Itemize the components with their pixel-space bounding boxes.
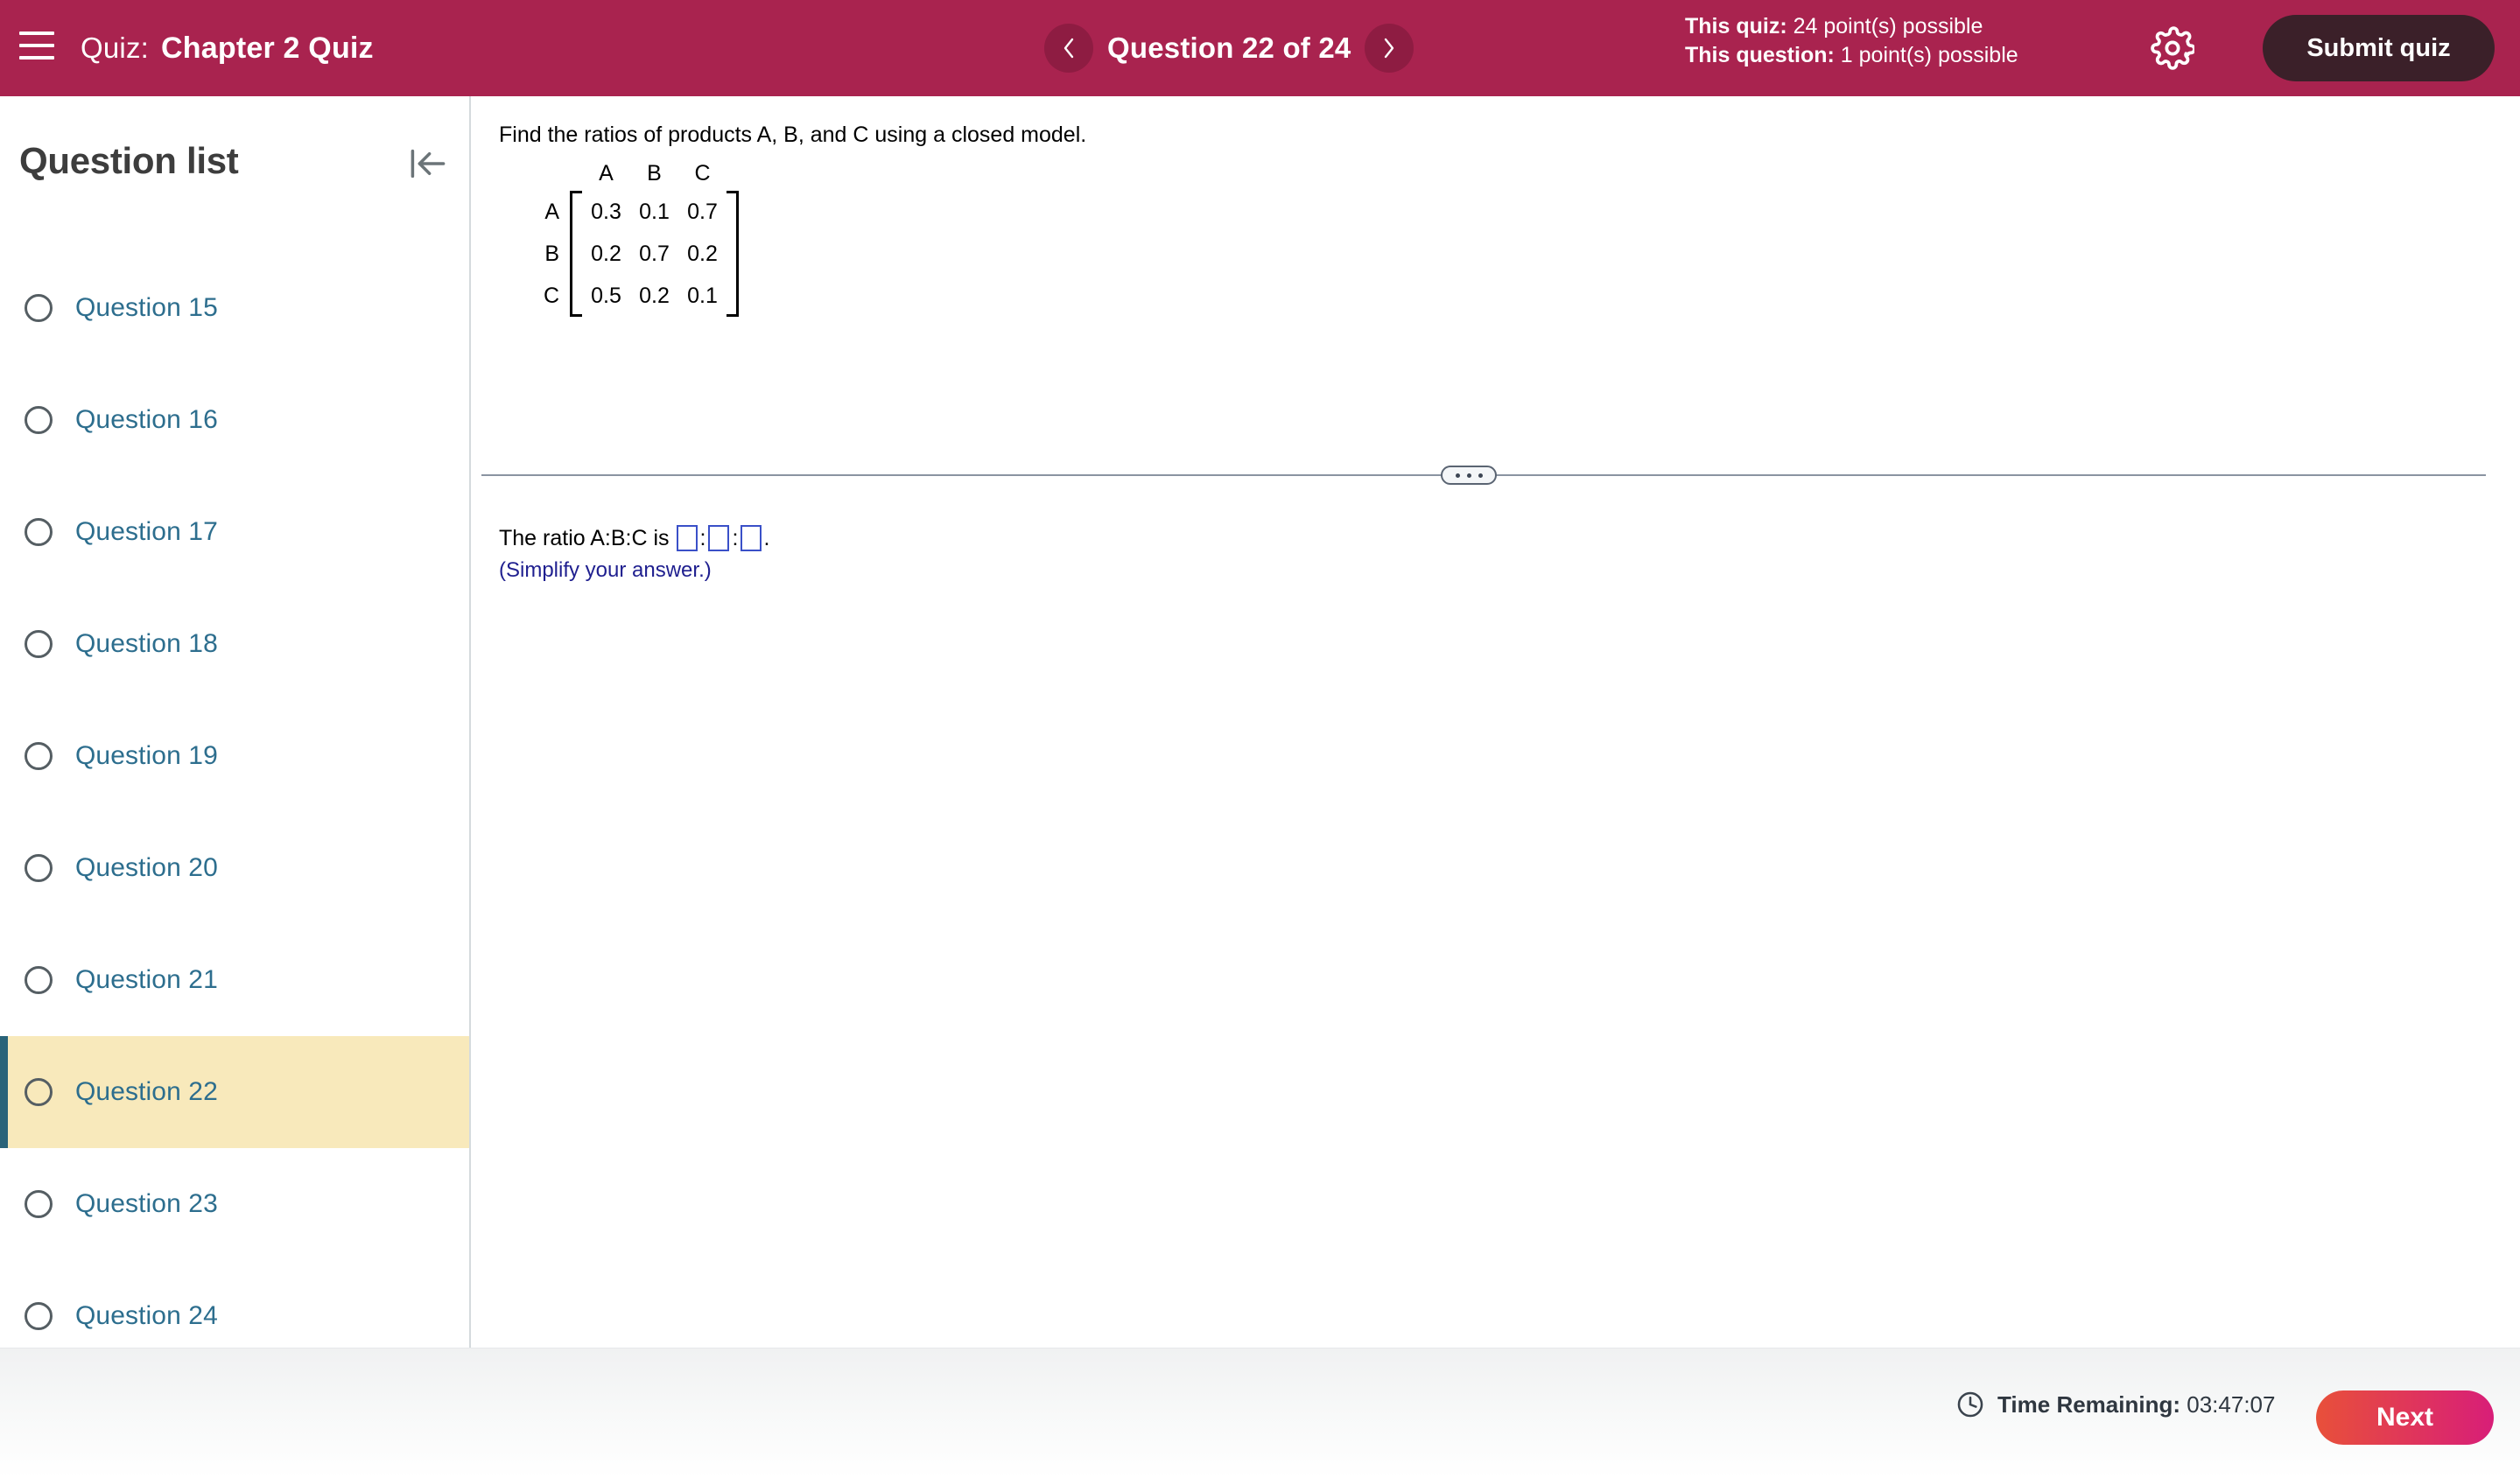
sidebar-item-question-18[interactable]: Question 18 [0, 588, 469, 700]
matrix-row-label: A [544, 200, 559, 224]
timer-text: Time Remaining: 03:47:07 [1997, 1391, 2275, 1418]
matrix-cell: 0.3 [591, 199, 621, 224]
question-navigation: Question 22 of 24 [1044, 0, 1414, 96]
chevron-right-icon [1385, 38, 1394, 59]
sidebar-item-label: Question 18 [75, 629, 218, 658]
answer-area: The ratio A:B:C is : : . (Simplify your … [499, 525, 769, 583]
sidebar-header: Question list [0, 96, 469, 193]
sidebar-item-question-22[interactable]: Question 22 [0, 1036, 469, 1148]
answer-input-c[interactable] [741, 525, 762, 551]
previous-question-button[interactable] [1044, 24, 1093, 73]
status-circle-icon [25, 854, 53, 882]
sidebar-item-label: Question 23 [75, 1189, 218, 1218]
sidebar-item-question-24[interactable]: Question 24 [0, 1260, 469, 1348]
quiz-label: Quiz: [81, 32, 150, 64]
status-circle-icon [25, 518, 53, 546]
answer-input-a[interactable] [676, 525, 698, 551]
sidebar-item-question-15[interactable]: Question 15 [0, 252, 469, 364]
matrix-left-bracket [570, 191, 582, 317]
sidebar-item-question-20[interactable]: Question 20 [0, 812, 469, 924]
sidebar-item-question-16[interactable]: Question 16 [0, 364, 469, 476]
answer-separator: : [699, 525, 706, 550]
sidebar-item-label: Question 16 [75, 405, 218, 434]
gear-icon[interactable] [2151, 26, 2196, 70]
sidebar-item-label: Question 17 [75, 517, 218, 546]
sidebar-item-label: Question 24 [75, 1301, 218, 1330]
status-circle-icon [25, 1078, 53, 1106]
collapse-left-icon[interactable] [407, 144, 449, 183]
matrix-column-headers: A B C [570, 156, 739, 191]
status-circle-icon [25, 1190, 53, 1218]
sidebar-item-question-23[interactable]: Question 23 [0, 1148, 469, 1260]
matrix-cell: 0.1 [687, 283, 718, 308]
matrix-row-labels: A B C [521, 156, 570, 317]
matrix-col-header: C [694, 160, 711, 186]
matrix-row: 0.3 0.1 0.7 [582, 191, 727, 233]
question-counter: Question 22 of 24 [1107, 32, 1351, 64]
sidebar-item-label: Question 15 [75, 293, 218, 322]
timer-label: Time Remaining: [1997, 1390, 2181, 1418]
points-summary: This quiz: 24 point(s) possible This que… [1685, 12, 2018, 70]
content-splitter [473, 462, 2495, 488]
sidebar-item-question-19[interactable]: Question 19 [0, 700, 469, 812]
matrix-row-label: C [543, 284, 559, 308]
next-question-button[interactable] [1365, 24, 1414, 73]
transition-matrix: A B C A B C 0.3 0.1 0.7 0.2 0.7 0.2 0.5 … [521, 156, 739, 317]
question-list-sidebar: Question list Question 15 Question 16 Qu… [0, 96, 471, 1348]
matrix-cell: 0.2 [591, 241, 621, 266]
quiz-points-value: 24 point(s) possible [1793, 14, 1983, 39]
question-prompt: Find the ratios of products A, B, and C … [499, 123, 1087, 147]
status-circle-icon [25, 294, 53, 322]
question-points-label: This question: [1685, 43, 1835, 67]
matrix-body: 0.3 0.1 0.7 0.2 0.7 0.2 0.5 0.2 0.1 [582, 191, 727, 317]
matrix-cell: 0.2 [639, 283, 670, 308]
question-list: Question 15 Question 16 Question 17 Ques… [0, 252, 469, 1348]
question-points-row: This question: 1 point(s) possible [1685, 41, 2018, 70]
sidebar-title: Question list [19, 140, 239, 181]
status-circle-icon [25, 406, 53, 434]
clock-icon [1957, 1391, 1983, 1418]
matrix-col-header: B [647, 160, 662, 186]
sidebar-item-label: Question 20 [75, 853, 218, 882]
matrix-row: 0.2 0.7 0.2 [582, 233, 727, 275]
answer-text: The ratio A:B:C is [499, 525, 670, 550]
question-pane: Find the ratios of products A, B, and C … [473, 96, 2520, 1348]
quiz-name: Chapter 2 Quiz [161, 31, 374, 65]
status-circle-icon [25, 966, 53, 994]
quiz-title-group: Quiz: Chapter 2 Quiz [81, 0, 374, 96]
sidebar-item-label: Question 19 [75, 741, 218, 770]
answer-separator: : [732, 525, 739, 550]
matrix-cell: 0.2 [687, 241, 718, 266]
matrix-cell: 0.5 [591, 283, 621, 308]
sidebar-item-question-21[interactable]: Question 21 [0, 924, 469, 1036]
time-remaining: Time Remaining: 03:47:07 [1955, 1390, 2275, 1419]
next-button[interactable]: Next [2316, 1390, 2494, 1445]
status-circle-icon [25, 1302, 53, 1330]
quiz-points-row: This quiz: 24 point(s) possible [1685, 12, 2018, 41]
matrix-cell: 0.1 [639, 199, 670, 224]
sidebar-item-question-17[interactable]: Question 17 [0, 476, 469, 588]
matrix-col-header: A [599, 160, 614, 186]
hamburger-icon[interactable] [19, 32, 54, 60]
question-points-value: 1 point(s) possible [1840, 43, 2018, 67]
timer-value: 03:47:07 [2187, 1390, 2276, 1418]
matrix-row: 0.5 0.2 0.1 [582, 275, 727, 317]
answer-hint: (Simplify your answer.) [499, 558, 712, 582]
ellipsis-handle-icon[interactable] [1441, 466, 1497, 485]
quiz-points-label: This quiz: [1685, 14, 1787, 39]
matrix-cell: 0.7 [639, 241, 670, 266]
sidebar-item-label: Question 22 [75, 1077, 218, 1106]
chevron-left-icon [1063, 38, 1074, 59]
submit-quiz-button[interactable]: Submit quiz [2263, 15, 2495, 81]
status-circle-icon [25, 742, 53, 770]
sidebar-item-label: Question 21 [75, 965, 218, 994]
matrix-right-bracket [727, 191, 739, 317]
answer-input-b[interactable] [708, 525, 730, 551]
matrix-row-label: B [544, 242, 559, 266]
answer-line: The ratio A:B:C is : : . [499, 525, 769, 551]
answer-period: . [763, 525, 770, 550]
status-circle-icon [25, 630, 53, 658]
app-header: Quiz: Chapter 2 Quiz Question 22 of 24 T… [0, 0, 2520, 96]
matrix-cell: 0.7 [687, 199, 718, 224]
